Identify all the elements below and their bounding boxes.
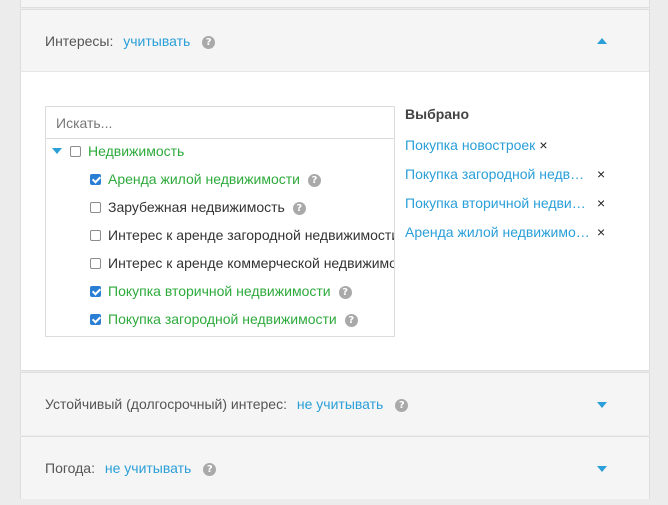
checkbox[interactable] (90, 202, 101, 213)
help-icon[interactable]: ? (344, 314, 358, 327)
checkbox[interactable] (70, 146, 81, 157)
expand-triangle-icon[interactable] (52, 148, 62, 154)
checkbox-checked[interactable] (90, 314, 101, 325)
tree-item[interactable]: Покупка вторичной недвижимости? (90, 282, 352, 300)
interests-title: Интересы: учитывать ? (45, 33, 216, 49)
remove-icon[interactable]: × (597, 195, 605, 211)
remove-icon[interactable]: × (597, 224, 605, 240)
help-icon[interactable]: ? (307, 174, 321, 187)
help-icon[interactable]: ? (202, 36, 216, 49)
longterm-value-link[interactable]: не учитывать (297, 396, 383, 412)
selected-item-label[interactable]: Покупка новостроек (405, 137, 535, 153)
selected-item-label[interactable]: Покупка вторичной недвижимости (405, 195, 591, 211)
checkbox[interactable] (90, 230, 101, 241)
weather-value-link[interactable]: не учитывать (105, 460, 191, 476)
expand-arrow-icon[interactable] (597, 466, 607, 472)
selected-title: Выбрано (405, 106, 470, 122)
expand-arrow-icon[interactable] (597, 402, 607, 408)
weather-header[interactable]: Погода: не учитывать ? (21, 437, 649, 499)
tree-item-label[interactable]: Интерес к аренде загородной недвижимости (108, 227, 394, 243)
weather-label: Погода: (45, 460, 95, 476)
tree-item-label[interactable]: Аренда жилой недвижимости (108, 171, 300, 187)
remove-icon[interactable]: × (597, 166, 605, 182)
longterm-section: Устойчивый (долгосрочный) интерес: не уч… (20, 372, 650, 435)
tree-item-label[interactable]: Покупка загородной недвижимости (108, 311, 337, 327)
help-icon[interactable]: ? (292, 202, 306, 215)
tree-item-label[interactable]: Интерес к аренде коммерческой недвижимос… (108, 255, 394, 271)
selected-item: Покупка вторичной недвижимости × (405, 195, 605, 211)
weather-title: Погода: не учитывать ? (45, 460, 217, 476)
tree-node-root[interactable]: Недвижимость (52, 142, 184, 160)
search-input[interactable] (46, 107, 394, 139)
selected-item: Покупка загородной недвижимости × (405, 166, 605, 182)
help-icon[interactable]: ? (203, 463, 217, 476)
remove-icon[interactable]: × (539, 137, 547, 153)
longterm-header[interactable]: Устойчивый (долгосрочный) интерес: не уч… (21, 373, 649, 435)
tree-item[interactable]: Аренда жилой недвижимости? (90, 170, 321, 188)
tree-item[interactable]: Зарубежная недвижимость? (90, 198, 306, 216)
selected-item-label[interactable]: Аренда жилой недвижимости (405, 224, 591, 240)
checkbox[interactable] (90, 258, 101, 269)
longterm-label: Устойчивый (долгосрочный) интерес: (45, 396, 287, 412)
tree-item[interactable]: Интерес к аренде коммерческой недвижимос… (90, 254, 394, 272)
tree-item[interactable]: Покупка загородной недвижимости? (90, 310, 358, 328)
weather-section: Погода: не учитывать ? (20, 436, 650, 499)
interests-header[interactable]: Интересы: учитывать ? (21, 10, 649, 72)
tree-item-label[interactable]: Зарубежная недвижимость (108, 199, 285, 215)
interests-tree-panel: Недвижимость Аренда жилой недвижимости? … (45, 106, 395, 337)
selected-item: Покупка новостроек × (405, 137, 548, 153)
previous-section-edge (20, 0, 650, 8)
help-icon[interactable]: ? (395, 399, 409, 412)
selected-item: Аренда жилой недвижимости × (405, 224, 605, 240)
interests-label: Интересы: (45, 33, 114, 49)
collapse-arrow-icon[interactable] (597, 38, 607, 44)
longterm-title: Устойчивый (долгосрочный) интерес: не уч… (45, 396, 409, 412)
interests-value-link[interactable]: учитывать (123, 33, 190, 49)
tree-node-label[interactable]: Недвижимость (88, 143, 184, 159)
tree-item[interactable]: Интерес к аренде загородной недвижимости (90, 226, 394, 244)
checkbox-checked[interactable] (90, 174, 101, 185)
interests-section: Интересы: учитывать ? Недвижимость Аренд… (20, 9, 650, 371)
selected-item-label[interactable]: Покупка загородной недвижимости (405, 166, 591, 182)
checkbox-checked[interactable] (90, 286, 101, 297)
help-icon[interactable]: ? (338, 286, 352, 299)
tree-item-label[interactable]: Покупка вторичной недвижимости (108, 283, 331, 299)
